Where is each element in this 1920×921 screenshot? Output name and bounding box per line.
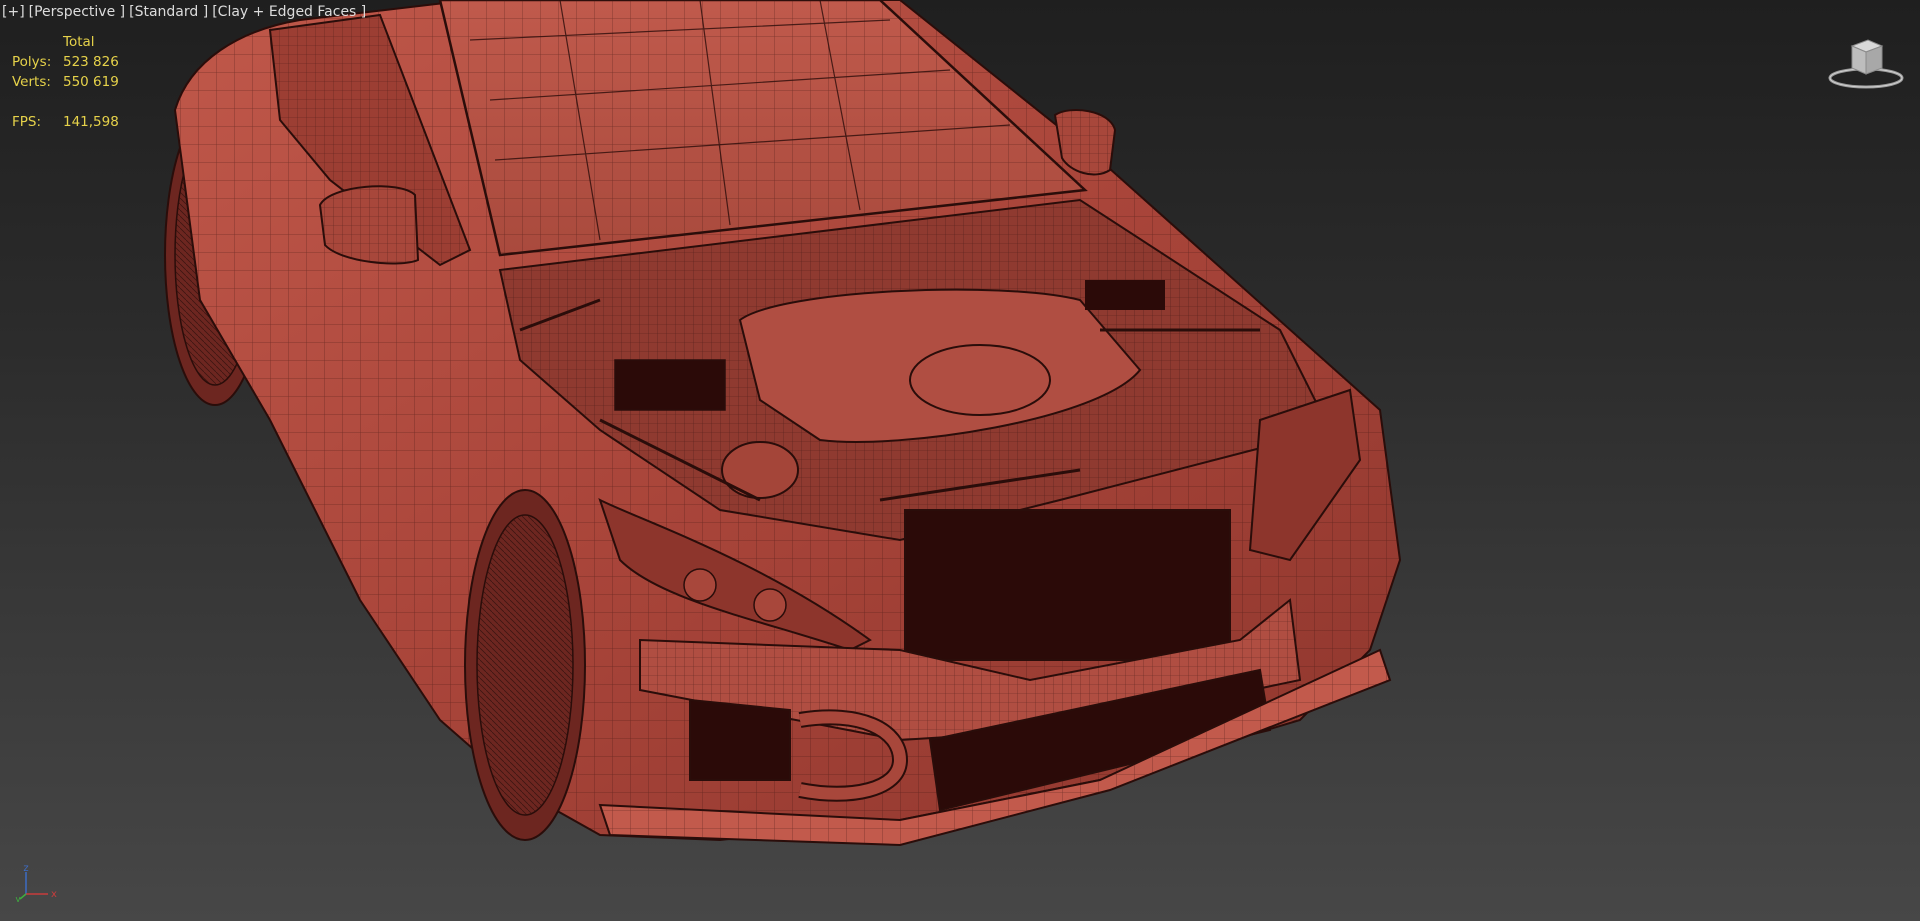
fps-value: 141,598 — [63, 114, 119, 130]
viewcube-icon[interactable] — [1826, 32, 1906, 92]
verts-label: Verts: — [12, 74, 51, 90]
car-model-clay-render — [164, 0, 1402, 847]
polys-label: Polys: — [12, 54, 52, 70]
viewport-shading-label[interactable]: [Clay + Edged Faces ] — [212, 4, 366, 24]
viewport-menu-plus[interactable]: [+] — [2, 4, 25, 24]
viewport-standard-label[interactable]: [Standard ] — [129, 4, 208, 24]
stats-gap — [12, 92, 163, 112]
axis-tripod-icon: z x y — [15, 863, 57, 902]
verts-value: 550 619 — [63, 74, 119, 90]
stats-polys-row: Polys: 523 826 — [12, 52, 163, 72]
axis-z-label: z — [23, 863, 28, 874]
perspective-viewport[interactable]: [+] [Perspective ] [Standard ] [Clay + E… — [0, 0, 1920, 921]
polys-value: 523 826 — [63, 54, 119, 70]
stats-header: Total — [63, 34, 95, 50]
viewport-view-label[interactable]: [Perspective ] — [29, 4, 125, 24]
axis-x-label: x — [51, 889, 57, 900]
viewport-label-bar: [+] [Perspective ] [Standard ] [Clay + E… — [2, 4, 366, 24]
stats-header-row: Total — [12, 32, 163, 52]
axis-y-label: y — [15, 895, 21, 902]
stats-spacer — [12, 32, 63, 52]
stats-verts-row: Verts: 550 619 — [12, 72, 163, 92]
fps-label: FPS: — [12, 114, 42, 130]
statistics-overlay: Total Polys: 523 826 Verts: 550 619 FPS:… — [12, 32, 163, 132]
stats-fps-row: FPS: 141,598 — [12, 112, 163, 132]
